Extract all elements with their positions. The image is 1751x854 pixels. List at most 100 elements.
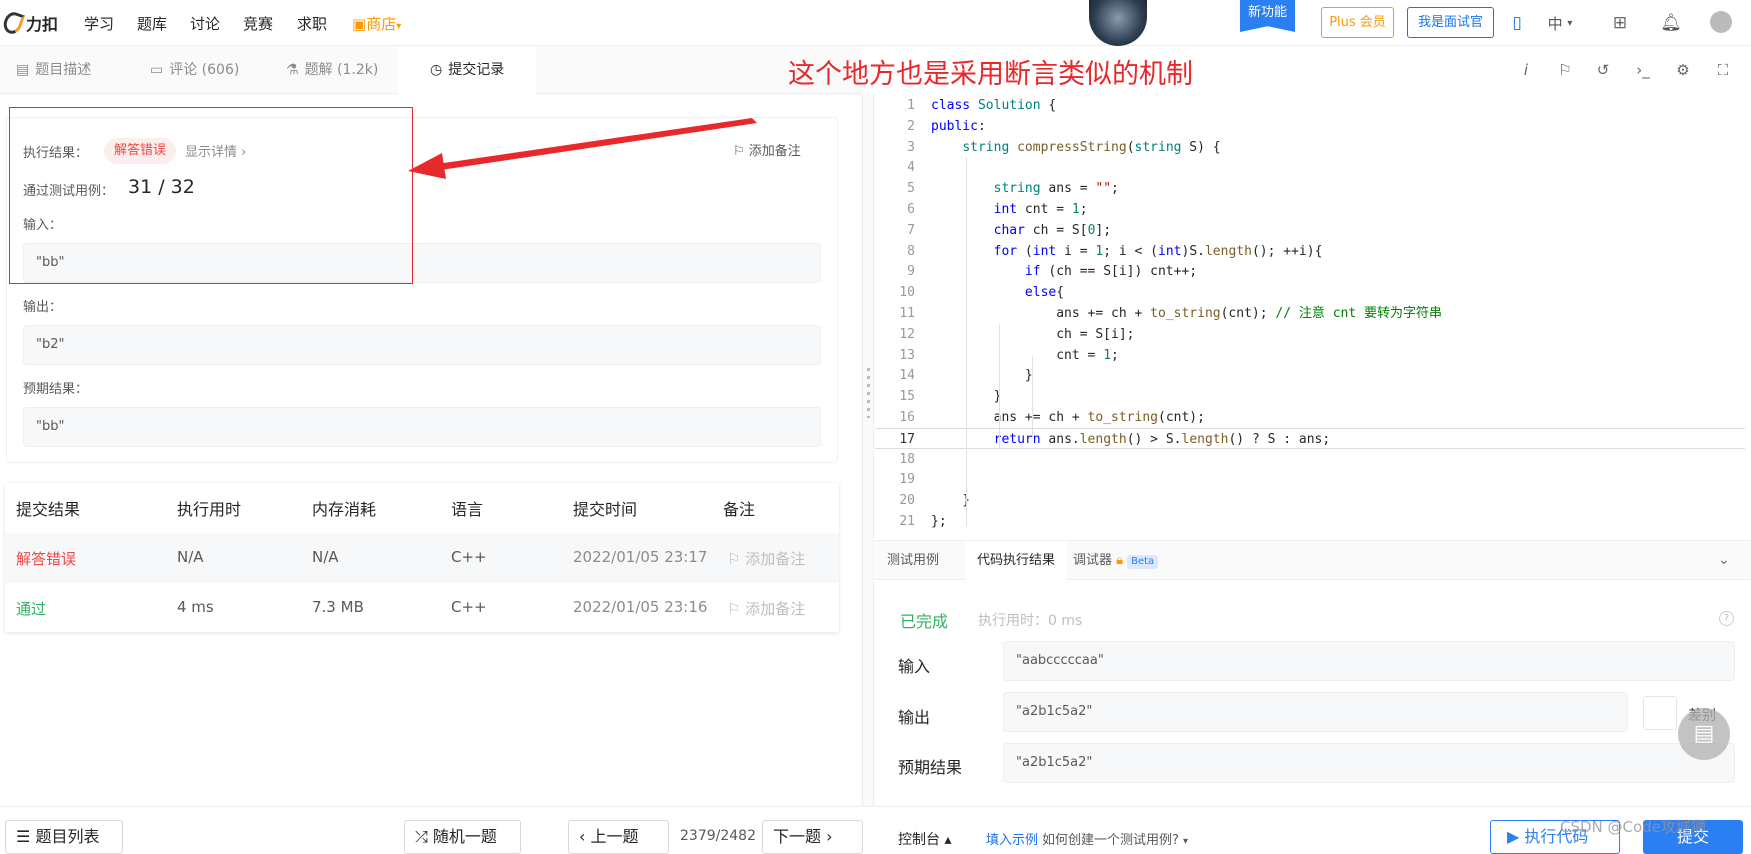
help-icon[interactable]: ? bbox=[1719, 611, 1734, 626]
code-line[interactable]: 14 } bbox=[875, 365, 1745, 386]
code-line[interactable]: 9 if (ch == S[i]) cnt++; bbox=[875, 261, 1745, 282]
code-text: char ch = S[0]; bbox=[993, 222, 1112, 238]
code-line[interactable]: 20 } bbox=[875, 490, 1745, 511]
code-text: for (int i = 1; i < (int)S.length(); ++i… bbox=[993, 243, 1323, 259]
code-line[interactable]: 3 string compressString(string S) { bbox=[875, 137, 1745, 158]
pane-splitter[interactable] bbox=[862, 94, 874, 806]
annotation-highlight-box bbox=[9, 107, 413, 284]
console-output-label: 输出 bbox=[898, 708, 931, 727]
flag-icon[interactable]: ⚐ bbox=[1555, 60, 1575, 80]
nav-store[interactable]: ▣商店▾ bbox=[352, 13, 401, 34]
fullscreen-icon[interactable]: ⛶ bbox=[1713, 60, 1733, 80]
code-line[interactable]: 15 } bbox=[875, 386, 1745, 407]
annotation-arrow bbox=[408, 118, 757, 179]
logo-text: 力扣 bbox=[26, 15, 59, 34]
row-result[interactable]: 解答错误 bbox=[16, 548, 76, 569]
tab-run-result[interactable]: 代码执行结果 bbox=[965, 541, 1068, 581]
submissions-table: 提交结果 执行用时 内存消耗 语言 提交时间 备注 解答错误 N/A N/A C… bbox=[5, 483, 839, 632]
new-feature-badge[interactable]: 新功能 bbox=[1240, 0, 1295, 32]
language-select[interactable]: 中 ▾ bbox=[1540, 12, 1580, 34]
code-line[interactable]: 18 bbox=[875, 449, 1745, 470]
tab-submissions[interactable]: ◷ 提交记录 bbox=[398, 46, 536, 94]
random-button[interactable]: ⤮ 随机一题 bbox=[404, 820, 521, 854]
bottom-bar bbox=[0, 806, 1751, 848]
logo[interactable]: 力扣 bbox=[0, 9, 59, 37]
code-line[interactable]: 4 bbox=[875, 157, 1745, 178]
code-line[interactable]: 1 class Solution { bbox=[875, 95, 1745, 116]
arrow-head bbox=[408, 153, 446, 179]
code-line[interactable]: 21}; bbox=[875, 511, 1745, 532]
bell-icon[interactable]: 🔔︎ bbox=[1660, 12, 1682, 34]
problem-list-button[interactable]: ☰ 题目列表 bbox=[5, 820, 123, 854]
row-add-note[interactable]: ⚐ 添加备注 bbox=[727, 598, 805, 619]
expected-value: "bb" bbox=[23, 407, 821, 447]
watermark: CSDN @Code攻城狮 bbox=[1560, 818, 1706, 836]
tab-debugger[interactable]: 调试器 🔒︎ Beta bbox=[1061, 541, 1170, 581]
flag-icon: ⚐ bbox=[727, 550, 746, 568]
output-value: "b2" bbox=[23, 325, 821, 365]
reset-icon[interactable]: ↺ bbox=[1593, 60, 1613, 80]
mobile-icon[interactable]: ▯ bbox=[1506, 12, 1528, 34]
code-line[interactable]: 5 string ans = ""; bbox=[875, 178, 1745, 199]
tab-testcase[interactable]: 测试用例 bbox=[875, 541, 951, 581]
line-number: 2 bbox=[907, 118, 915, 134]
code-line[interactable]: 17 return ans.length() > S.length() ? S … bbox=[875, 427, 1745, 449]
diff-toggle[interactable] bbox=[1643, 696, 1677, 730]
code-line[interactable]: 12 ch = S[i]; bbox=[875, 324, 1745, 345]
nav-problems[interactable]: 题库 bbox=[137, 13, 167, 34]
store-icon: ▣ bbox=[352, 15, 367, 33]
line-number: 21 bbox=[899, 514, 915, 529]
code-line[interactable]: 8 for (int i = 1; i < (int)S.length(); +… bbox=[875, 241, 1745, 262]
user-avatar-icon[interactable] bbox=[1710, 11, 1732, 33]
line-number: 10 bbox=[899, 285, 915, 301]
line-number: 6 bbox=[907, 202, 915, 217]
tab-comments[interactable]: ▭ 评论 (606) bbox=[134, 46, 264, 94]
interviewer-button[interactable]: 我是面试官 bbox=[1407, 7, 1494, 38]
terminal-icon[interactable]: ›_ bbox=[1633, 60, 1653, 80]
code-line[interactable]: 19 bbox=[875, 469, 1745, 490]
code-text: ans += ch + to_string(cnt); // 注意 cnt 要转… bbox=[931, 306, 1443, 321]
center-avatar[interactable] bbox=[1089, 0, 1147, 46]
settings-icon[interactable]: ⚙ bbox=[1673, 60, 1693, 80]
info-icon[interactable]: i bbox=[1516, 60, 1536, 80]
problem-list-label: 题目列表 bbox=[35, 827, 100, 846]
playground-icon[interactable]: ⊞ bbox=[1609, 12, 1631, 34]
prev-button[interactable]: ‹ 上一题 bbox=[568, 820, 669, 854]
code-line[interactable]: 13 cnt = 1; bbox=[875, 345, 1745, 366]
code-line[interactable]: 7 char ch = S[0]; bbox=[875, 220, 1745, 241]
table-row[interactable]: 解答错误 N/A N/A C++ 2022/01/05 23:17 ⚐ 添加备注 bbox=[5, 533, 839, 583]
howto-label: 如何创建一个测试用例? bbox=[1042, 833, 1179, 848]
line-number: 16 bbox=[899, 410, 915, 425]
code-text: ch = S[i]; bbox=[931, 326, 1135, 342]
save-icon[interactable]: ▤ bbox=[1678, 708, 1730, 760]
plus-member-button[interactable]: Plus 会员 bbox=[1321, 7, 1394, 38]
fill-example-link[interactable]: 填入示例 bbox=[986, 829, 1038, 848]
line-number: 17 bbox=[899, 431, 915, 447]
drag-handle-icon[interactable] bbox=[867, 368, 870, 418]
indent-guide bbox=[1032, 356, 1033, 436]
next-button[interactable]: 下一题 › bbox=[762, 820, 863, 854]
console-input-label: 输入 bbox=[898, 657, 931, 676]
nav-contest[interactable]: 竞赛 bbox=[243, 13, 273, 34]
chevron-down-icon[interactable]: ⌄ bbox=[1718, 552, 1730, 568]
code-line[interactable]: 16 ans += ch + to_string(cnt); bbox=[875, 407, 1745, 428]
comment-icon: ▭ bbox=[150, 62, 164, 78]
code-editor[interactable]: 1 class Solution {2 public: 3 string compre… bbox=[875, 94, 1751, 534]
code-text: ans += ch + to_string(cnt); bbox=[931, 410, 1205, 425]
code-line[interactable]: 10 else{ bbox=[875, 282, 1745, 303]
code-line[interactable]: 11 ans += ch + to_string(cnt); // 注意 cnt… bbox=[875, 303, 1745, 324]
tab-solutions[interactable]: ⚗ 题解 (1.2k) bbox=[270, 46, 400, 94]
nav-discuss[interactable]: 讨论 bbox=[190, 13, 220, 34]
row-result[interactable]: 通过 bbox=[16, 598, 46, 619]
table-row[interactable]: 通过 4 ms 7.3 MB C++ 2022/01/05 23:16 ⚐ 添加… bbox=[5, 583, 839, 633]
nav-jobs[interactable]: 求职 bbox=[297, 13, 327, 34]
tab-comments-label: 评论 (606) bbox=[169, 62, 240, 78]
tab-description[interactable]: ▤ 题目描述 bbox=[0, 46, 140, 94]
code-text: if (ch == S[i]) cnt++; bbox=[1024, 264, 1198, 280]
code-line[interactable]: 2 public: bbox=[875, 116, 1745, 137]
row-add-note[interactable]: ⚐ 添加备注 bbox=[727, 548, 805, 569]
console-toggle[interactable]: 控制台 ▴ bbox=[898, 829, 951, 849]
nav-learn[interactable]: 学习 bbox=[84, 13, 114, 34]
howto-testcase-link[interactable]: 如何创建一个测试用例? ▾ bbox=[1042, 829, 1188, 848]
code-line[interactable]: 6 int cnt = 1; bbox=[875, 199, 1745, 220]
